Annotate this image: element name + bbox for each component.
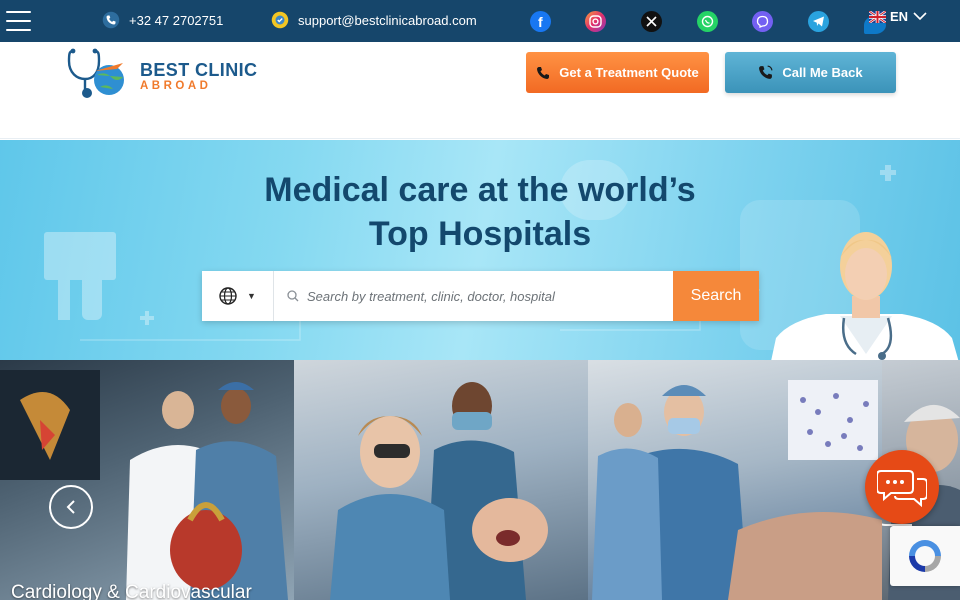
facebook-icon[interactable]: f <box>530 11 551 32</box>
viber-icon[interactable] <box>752 11 773 32</box>
treatment-card-surgery[interactable] <box>588 360 882 600</box>
carousel-prev-button[interactable] <box>49 485 93 529</box>
chevron-left-icon <box>66 500 75 514</box>
doctor-illustration <box>771 232 959 360</box>
phone-icon <box>102 11 120 29</box>
whatsapp-icon[interactable] <box>697 11 718 32</box>
cardiology-photo <box>0 370 288 600</box>
phone-contact[interactable]: +32 47 2702751 <box>102 11 223 29</box>
callback-label: Call Me Back <box>782 65 863 80</box>
caret-down-icon: ▼ <box>247 291 256 301</box>
chevron-down-icon <box>913 12 927 21</box>
x-icon[interactable] <box>641 11 662 32</box>
recaptcha-icon <box>909 540 941 572</box>
email-icon <box>271 11 289 29</box>
uk-flag-icon <box>868 9 887 24</box>
email-contact[interactable]: support@bestclinicabroad.com <box>271 11 477 29</box>
treatment-card-cardiology[interactable]: Cardiology & Cardiovascular <box>0 360 294 600</box>
logo[interactable]: BEST CLINIC ABROAD <box>67 47 277 99</box>
get-treatment-quote-button[interactable]: Get a Treatment Quote <box>526 52 709 93</box>
region-selector[interactable]: ▼ <box>202 271 274 321</box>
quote-label: Get a Treatment Quote <box>559 65 699 80</box>
language-selector[interactable]: EN <box>868 9 927 24</box>
hero-title-line1: Medical care at the world’s <box>264 171 696 209</box>
top-bar: +32 47 2702751 support@bestclinicabroad.… <box>0 0 960 42</box>
email-address: support@bestclinicabroad.com <box>298 12 477 28</box>
menu-icon[interactable] <box>6 11 31 31</box>
telegram-icon[interactable] <box>808 11 829 32</box>
phone-number: +32 47 2702751 <box>129 12 224 28</box>
chat-bubble-icon <box>877 470 927 507</box>
logo-subtitle: ABROAD <box>140 80 212 92</box>
logo-title: BEST CLINIC <box>140 60 258 80</box>
card-label: Cardiology & Cardiovascular <box>11 582 252 600</box>
treatment-card-dental[interactable] <box>294 360 588 600</box>
surgery-photo <box>592 380 882 600</box>
phone-icon <box>759 65 773 79</box>
search-icon <box>287 290 299 302</box>
svg-text:f: f <box>538 14 543 30</box>
search-bar: ▼ Search <box>202 271 759 321</box>
site-header: BEST CLINIC ABROAD Get a Treatment Quote… <box>0 42 960 139</box>
instagram-icon[interactable] <box>585 11 606 32</box>
dental-photo <box>330 382 548 600</box>
search-button[interactable]: Search <box>673 271 759 321</box>
call-me-back-button[interactable]: Call Me Back <box>725 52 896 93</box>
search-input[interactable] <box>307 281 667 311</box>
recaptcha-badge[interactable] <box>890 526 960 586</box>
language-label: EN <box>890 9 909 24</box>
logo-stethoscope-globe-icon <box>67 48 124 98</box>
hero-banner: Medical care at the world’s Top Hospital… <box>0 140 960 360</box>
live-chat-button[interactable] <box>865 450 939 524</box>
phone-icon <box>537 66 550 79</box>
globe-icon <box>219 287 237 305</box>
treatment-carousel: Cardiology & Cardiovascular <box>0 360 960 600</box>
